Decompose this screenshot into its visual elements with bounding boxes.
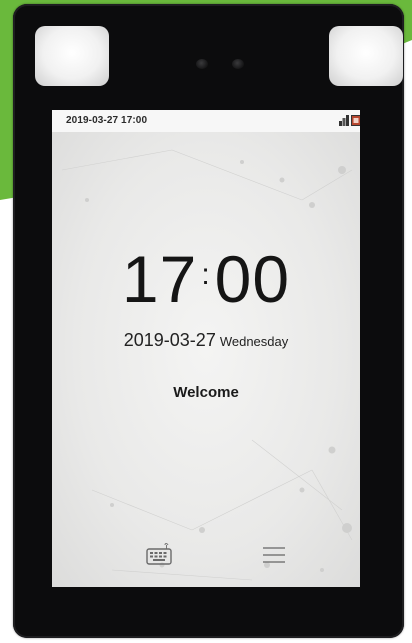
camera-lens-left <box>196 59 208 69</box>
weekday-label: Wednesday <box>219 334 289 349</box>
product-photo: 2019-03-27 17:00 17:00 2019-03-27 Wednesd… <box>0 0 412 643</box>
network-icon <box>339 115 349 126</box>
keyboard-icon[interactable] <box>144 542 174 568</box>
clock-hours: 17 <box>121 242 198 316</box>
menu-icon[interactable] <box>259 542 289 568</box>
clock-display: 17:00 <box>52 240 360 314</box>
date-display: 2019-03-27 Wednesday <box>52 330 360 351</box>
welcome-message: Welcome <box>173 384 239 401</box>
date-value: 2019-03-27 <box>123 330 216 350</box>
fill-light-right <box>329 26 403 86</box>
clock-separator: : <box>201 258 211 291</box>
status-datetime: 2019-03-27 17:00 <box>66 115 148 126</box>
clock-minutes: 00 <box>214 242 291 316</box>
status-bar: 2019-03-27 17:00 <box>52 110 360 132</box>
fill-light-left <box>35 26 109 86</box>
device-status-icon <box>351 115 360 126</box>
touch-screen: 2019-03-27 17:00 17:00 2019-03-27 Wednesd… <box>52 110 360 587</box>
camera-lens-right <box>232 59 244 69</box>
